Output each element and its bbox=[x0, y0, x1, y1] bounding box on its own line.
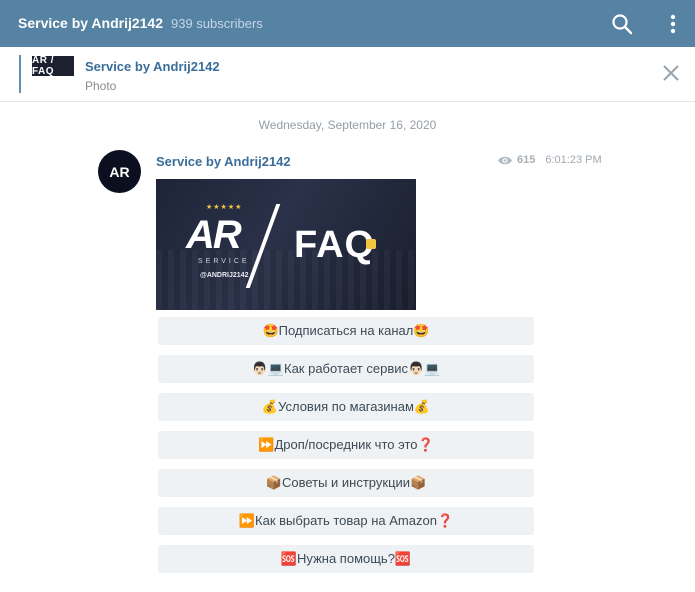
logo-stars: ★★★★★ bbox=[206, 204, 243, 211]
pinned-thumbnail: AR / FAQ bbox=[32, 55, 74, 77]
vertical-dots-icon[interactable] bbox=[663, 12, 683, 36]
inline-button-drop[interactable]: ⏩Дроп/посредник что это❓ bbox=[158, 431, 534, 459]
message-author[interactable]: Service by Andrij2142 bbox=[156, 154, 291, 169]
message-meta: 615 6:01:23 PM bbox=[497, 154, 602, 166]
search-icon[interactable] bbox=[611, 13, 633, 35]
pinned-caption: Photo bbox=[85, 79, 117, 93]
logo-ar: AR bbox=[186, 213, 242, 257]
inline-button-store-terms[interactable]: 💰Условия по магазинам💰 bbox=[158, 393, 534, 421]
logo-service: SERVICE bbox=[198, 258, 250, 265]
inline-button-subscribe[interactable]: 🤩Подписаться на канал🤩 bbox=[158, 317, 534, 345]
avatar[interactable]: AR bbox=[98, 150, 141, 193]
message-photo[interactable]: ★★★★★ AR SERVICE @ANDRIJ2142 FAQ bbox=[156, 179, 416, 310]
channel-title[interactable]: Service by Andrij2142 bbox=[18, 15, 163, 31]
logo-handle: @ANDRIJ2142 bbox=[200, 272, 249, 279]
view-count: 615 bbox=[517, 154, 536, 166]
pinned-message-bar[interactable]: AR / FAQ Service by Andrij2142 Photo bbox=[0, 47, 695, 102]
pinned-indicator bbox=[19, 55, 21, 93]
inline-button-tips[interactable]: 📦Советы и инструкции📦 bbox=[158, 469, 534, 497]
date-separator: Wednesday, September 16, 2020 bbox=[258, 118, 437, 132]
eye-icon bbox=[498, 156, 512, 164]
city-background bbox=[156, 250, 416, 310]
pinned-title[interactable]: Service by Andrij2142 bbox=[85, 59, 220, 74]
inline-button-how-it-works[interactable]: 👨🏻💻Как работает сервис👨🏻💻 bbox=[158, 355, 534, 383]
inline-button-amazon[interactable]: ⏩Как выбрать товар на Amazon❓ bbox=[158, 507, 534, 535]
chat-header: Service by Andrij2142 939 subscribers bbox=[0, 0, 695, 47]
inline-button-help[interactable]: 🆘Нужна помощь?🆘 bbox=[158, 545, 534, 573]
logo-dot bbox=[366, 239, 376, 249]
logo-faq: FAQ bbox=[294, 224, 376, 266]
subscriber-count: 939 subscribers bbox=[171, 16, 263, 31]
message-time: 6:01:23 PM bbox=[545, 154, 602, 166]
close-icon[interactable] bbox=[661, 63, 681, 83]
